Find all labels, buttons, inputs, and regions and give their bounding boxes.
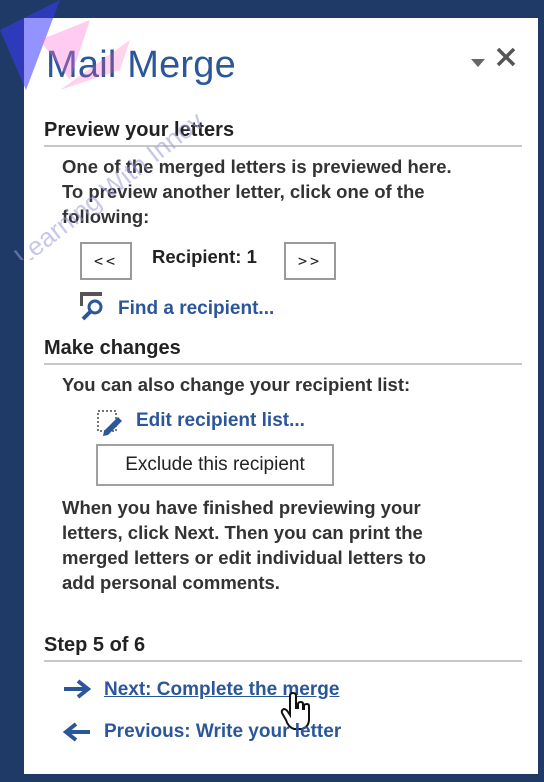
find-recipient-link[interactable]: Find a recipient... — [118, 298, 274, 320]
edit-recipient-list-link[interactable]: Edit recipient list... — [136, 410, 305, 432]
edit-list-icon[interactable] — [96, 407, 126, 442]
change-description: You can also change your recipient list: — [62, 374, 411, 395]
finish-text-line3: merged letters or edit individual letter… — [62, 547, 426, 568]
arrow-right-icon[interactable] — [62, 678, 92, 705]
previous-recipient-button[interactable]: << — [80, 242, 132, 280]
finish-text-line4: add personal comments. — [62, 572, 280, 593]
exclude-recipient-button[interactable]: Exclude this recipient — [96, 444, 334, 486]
pane-options-icon[interactable] — [470, 56, 486, 68]
step-heading: Step 5 of 6 — [44, 634, 522, 662]
preview-heading: Preview your letters — [44, 119, 522, 147]
preview-description-line1: One of the merged letters is previewed h… — [62, 156, 452, 177]
recipient-label: Recipient: 1 — [152, 246, 257, 267]
next-recipient-button[interactable]: >> — [284, 242, 336, 280]
finish-text-line1: When you have finished previewing your — [62, 497, 421, 518]
preview-description-line2: To preview another letter, click one of … — [62, 181, 425, 202]
close-icon[interactable] — [492, 44, 520, 72]
previous-step-link[interactable]: Previous: Write your letter — [104, 721, 341, 743]
mail-merge-pane: Mail Merge Preview your letters One of t… — [34, 24, 530, 752]
arrow-left-icon[interactable] — [62, 721, 92, 748]
pane-title: Mail Merge — [46, 44, 236, 86]
find-recipient-icon[interactable] — [78, 290, 108, 327]
finish-text-line2: letters, click Next. Then you can print … — [62, 522, 423, 543]
preview-description-line3: following: — [62, 206, 150, 227]
make-changes-heading: Make changes — [44, 337, 522, 365]
